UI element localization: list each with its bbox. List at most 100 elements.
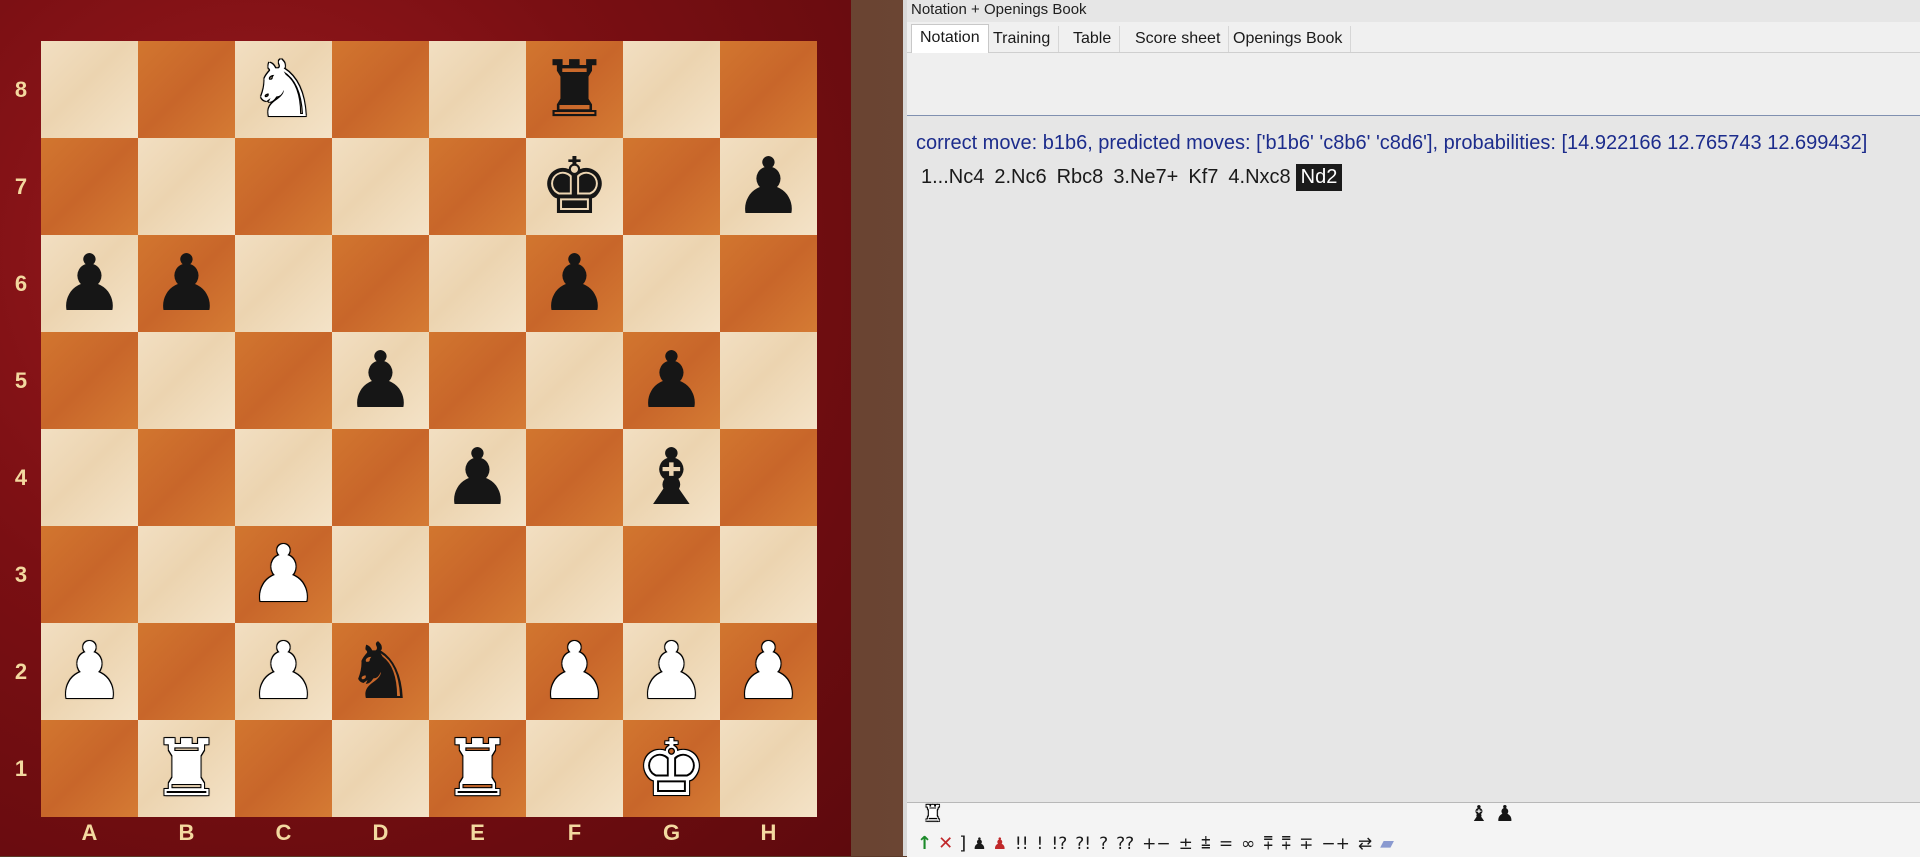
annotation-symbol-12[interactable]: ⩱ (1279, 834, 1293, 854)
annotation-symbol-0[interactable]: !! (1013, 834, 1031, 854)
annotation-symbol-11[interactable]: ⩱ (1261, 834, 1275, 854)
square-d6[interactable] (332, 235, 429, 332)
square-d4[interactable] (332, 429, 429, 526)
square-f8[interactable]: ♜ (526, 41, 623, 138)
square-g3[interactable] (623, 526, 720, 623)
square-f4[interactable] (526, 429, 623, 526)
black-piece-icon[interactable]: ♟ (972, 835, 986, 852)
square-a5[interactable] (41, 332, 138, 429)
square-c3[interactable]: ♟ (235, 526, 332, 623)
square-g7[interactable] (623, 138, 720, 235)
square-f2[interactable]: ♟ (526, 623, 623, 720)
square-d1[interactable] (332, 720, 429, 817)
square-c8[interactable]: ♞ (235, 41, 332, 138)
square-f7[interactable]: ♚ (526, 138, 623, 235)
annotation-symbol-14[interactable]: −+ (1319, 834, 1352, 854)
piece-d2[interactable]: ♞ (346, 633, 416, 711)
piece-d5[interactable]: ♟ (346, 342, 416, 420)
piece-f6[interactable]: ♟ (540, 245, 610, 323)
piece-b1[interactable]: ♜ (152, 730, 222, 808)
square-b5[interactable] (138, 332, 235, 429)
square-f1[interactable] (526, 720, 623, 817)
square-d8[interactable] (332, 41, 429, 138)
eraser-icon[interactable]: ▰ (1380, 834, 1394, 853)
square-h7[interactable]: ♟ (720, 138, 817, 235)
square-h1[interactable] (720, 720, 817, 817)
square-h4[interactable] (720, 429, 817, 526)
annotation-symbol-5[interactable]: ?? (1114, 834, 1136, 854)
annotation-symbol-7[interactable]: ± (1177, 834, 1195, 854)
square-b1[interactable]: ♜ (138, 720, 235, 817)
pawn-icon[interactable]: ♟ (1495, 804, 1515, 826)
delete-variation-icon[interactable]: ✕ (938, 834, 953, 853)
square-b3[interactable] (138, 526, 235, 623)
square-e7[interactable] (429, 138, 526, 235)
annotation-symbol-8[interactable]: ⩲ (1199, 834, 1213, 854)
square-d5[interactable]: ♟ (332, 332, 429, 429)
chess-board[interactable]: ♞ ♜ ♚ ♟ ♟ ♟ ♟ ♟ ♟ ♟ ♝ ♟ ♟ ♟ ♞ ♟ ♟ ♟ ♜ ♜ ♚ (41, 41, 817, 817)
square-a3[interactable] (41, 526, 138, 623)
annotation-symbol-15[interactable]: ⇄ (1356, 834, 1374, 854)
piece-e1[interactable]: ♜ (443, 730, 513, 808)
move-5[interactable]: 4.Nxc8 (1223, 164, 1295, 191)
piece-f2[interactable]: ♟ (540, 633, 610, 711)
square-f3[interactable] (526, 526, 623, 623)
square-a8[interactable] (41, 41, 138, 138)
piece-h2[interactable]: ♟ (734, 633, 804, 711)
square-e2[interactable] (429, 623, 526, 720)
tab-table[interactable]: Table (1065, 26, 1121, 52)
square-e1[interactable]: ♜ (429, 720, 526, 817)
green-arrow-icon[interactable]: ↑ (917, 834, 932, 853)
piece-f7[interactable]: ♚ (540, 148, 610, 226)
square-h6[interactable] (720, 235, 817, 332)
move-0[interactable]: 1...Nc4 (916, 164, 989, 191)
square-g4[interactable]: ♝ (623, 429, 720, 526)
square-c2[interactable]: ♟ (235, 623, 332, 720)
piece-g5[interactable]: ♟ (637, 342, 707, 420)
tab-score-sheet[interactable]: Score sheet (1127, 26, 1230, 52)
square-d3[interactable] (332, 526, 429, 623)
square-b6[interactable]: ♟ (138, 235, 235, 332)
annotation-symbol-9[interactable]: = (1217, 834, 1235, 854)
rook-icon[interactable]: ♜ (923, 804, 943, 826)
square-b7[interactable] (138, 138, 235, 235)
square-b4[interactable] (138, 429, 235, 526)
square-b2[interactable] (138, 623, 235, 720)
square-c5[interactable] (235, 332, 332, 429)
tab-openings-book[interactable]: Openings Book (1225, 26, 1352, 52)
square-g2[interactable]: ♟ (623, 623, 720, 720)
square-h2[interactable]: ♟ (720, 623, 817, 720)
square-h5[interactable] (720, 332, 817, 429)
square-f6[interactable]: ♟ (526, 235, 623, 332)
bracket-icon[interactable]: ] (959, 834, 966, 853)
notation-area[interactable]: correct move: b1b6, predicted moves: ['b… (907, 116, 1920, 802)
square-h3[interactable] (720, 526, 817, 623)
square-e8[interactable] (429, 41, 526, 138)
square-c7[interactable] (235, 138, 332, 235)
square-a1[interactable] (41, 720, 138, 817)
move-1[interactable]: 2.Nc6 (989, 164, 1051, 191)
piece-c3[interactable]: ♟ (249, 536, 319, 614)
move-6[interactable]: Nd2 (1295, 164, 1343, 191)
piece-a2[interactable]: ♟ (55, 633, 125, 711)
square-g5[interactable]: ♟ (623, 332, 720, 429)
square-e3[interactable] (429, 526, 526, 623)
piece-g2[interactable]: ♟ (637, 633, 707, 711)
annotation-symbol-4[interactable]: ? (1097, 834, 1110, 854)
bishop-icon[interactable]: ♝ (1469, 804, 1489, 826)
piece-f8[interactable]: ♜ (540, 51, 610, 129)
square-d7[interactable] (332, 138, 429, 235)
square-f5[interactable] (526, 332, 623, 429)
square-e4[interactable]: ♟ (429, 429, 526, 526)
square-d2[interactable]: ♞ (332, 623, 429, 720)
square-c1[interactable] (235, 720, 332, 817)
square-g1[interactable]: ♚ (623, 720, 720, 817)
annotation-symbol-10[interactable]: ∞ (1239, 834, 1257, 854)
red-piece-icon[interactable]: ♟ (993, 835, 1007, 852)
piece-g4[interactable]: ♝ (637, 439, 707, 517)
piece-c2[interactable]: ♟ (249, 633, 319, 711)
tab-training[interactable]: Training (985, 26, 1060, 52)
square-g6[interactable] (623, 235, 720, 332)
square-h8[interactable] (720, 41, 817, 138)
square-e6[interactable] (429, 235, 526, 332)
